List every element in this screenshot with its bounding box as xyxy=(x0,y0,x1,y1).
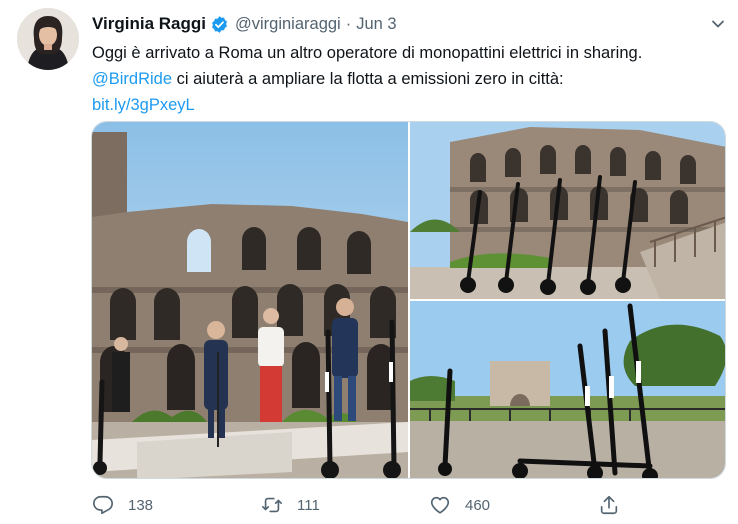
mention-link[interactable]: @BirdRide xyxy=(92,70,172,88)
photo-colosseum-people[interactable] xyxy=(92,122,408,478)
verified-badge-icon xyxy=(210,15,229,34)
user-handle[interactable]: @virginiaraggi xyxy=(235,15,341,34)
display-name[interactable]: Virginia Raggi xyxy=(92,14,206,34)
short-url-link[interactable]: bit.ly/3gPxeyL xyxy=(92,96,195,114)
tweet-date[interactable]: Jun 3 xyxy=(356,15,396,34)
tweet-text-line-2: @BirdRide ci aiuterà a ampliare la flott… xyxy=(92,66,732,92)
tweet-text: Oggi è arrivato a Roma un altro operator… xyxy=(92,40,732,118)
reply-button[interactable]: 138 xyxy=(92,492,153,518)
reply-count: 138 xyxy=(128,496,154,514)
separator-dot: · xyxy=(345,14,352,33)
photo-scooters-arch[interactable] xyxy=(410,301,725,478)
tweet-actions: 138 111 460 xyxy=(92,492,632,518)
avatar-image xyxy=(17,8,79,70)
media-grid xyxy=(91,121,726,479)
tweet-text-line-2-rest: ci aiuterà a ampliare la flotta a emissi… xyxy=(172,70,564,88)
tweet-header: Virginia Raggi @virginiaraggi · Jun 3 xyxy=(92,12,728,36)
avatar[interactable] xyxy=(17,8,79,70)
photo-scooters-colosseum[interactable] xyxy=(410,122,725,299)
tweet-text-line-1: Oggi è arrivato a Roma un altro operator… xyxy=(92,44,643,62)
share-icon xyxy=(598,494,620,516)
share-button[interactable] xyxy=(598,492,620,518)
like-icon xyxy=(429,494,451,516)
chevron-down-icon[interactable] xyxy=(708,14,728,34)
retweet-icon xyxy=(261,494,283,516)
like-button[interactable]: 460 xyxy=(429,492,490,518)
retweet-count: 111 xyxy=(297,496,320,514)
tweet-text-line-3: bit.ly/3gPxeyL xyxy=(92,92,732,118)
reply-icon xyxy=(92,494,114,516)
tweet-card[interactable]: Virginia Raggi @virginiaraggi · Jun 3 Og… xyxy=(0,0,738,524)
retweet-button[interactable]: 111 xyxy=(261,492,320,518)
like-count: 460 xyxy=(465,496,491,514)
